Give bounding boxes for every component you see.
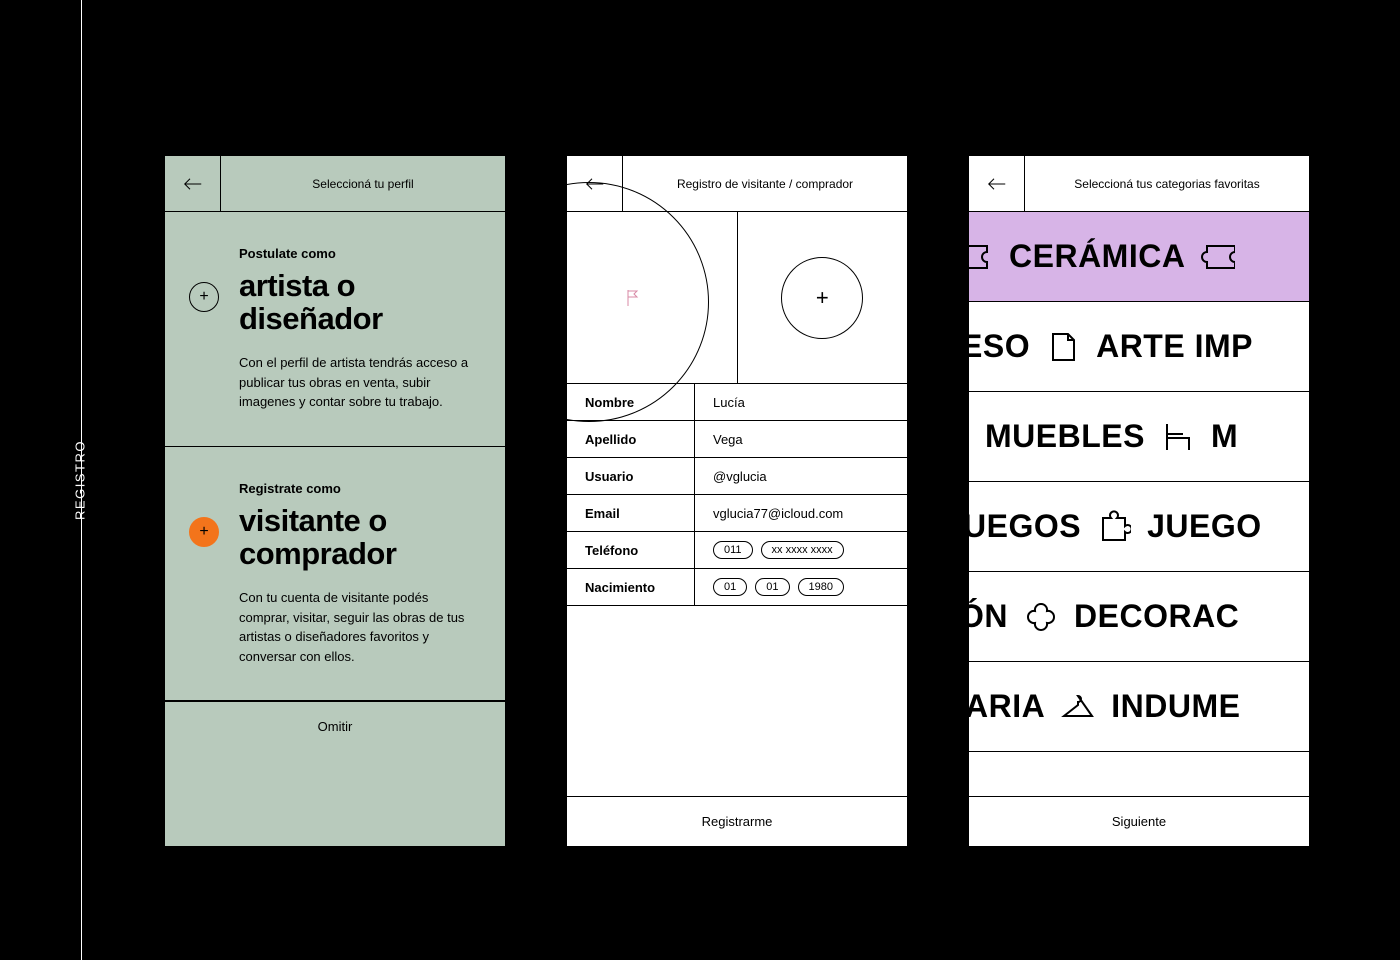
screen-title: Seleccioná tu perfil bbox=[221, 156, 505, 211]
field-label: Email bbox=[567, 495, 695, 531]
category-label-fragment: ÓN bbox=[969, 598, 1008, 635]
ticket-icon bbox=[1201, 240, 1235, 274]
chair-icon bbox=[1161, 420, 1195, 454]
category-label-fragment: ESO bbox=[969, 328, 1030, 365]
profile-option-visitor[interactable]: + Registrate como visitante o comprador … bbox=[165, 447, 505, 701]
category-label: JUEGO bbox=[1147, 508, 1262, 545]
topbar: Seleccioná tu perfil bbox=[165, 156, 505, 212]
back-button[interactable] bbox=[165, 156, 221, 211]
nombre-input[interactable]: Lucía bbox=[695, 395, 907, 410]
ticket-icon bbox=[969, 240, 993, 274]
register-button[interactable]: Registrarme bbox=[567, 796, 907, 846]
avatar-upload[interactable]: + bbox=[737, 212, 908, 383]
screen-title: Seleccioná tus categorias favoritas bbox=[1025, 156, 1309, 211]
option-body: Registrate como visitante o comprador Co… bbox=[239, 481, 479, 666]
email-input[interactable]: vglucia77@icloud.com bbox=[695, 506, 907, 521]
category-label-fragment: UEGOS bbox=[969, 508, 1081, 545]
field-apellido: Apellido Vega bbox=[567, 421, 907, 458]
usuario-input[interactable]: @vglucia bbox=[695, 469, 907, 484]
phone-number-pill[interactable]: xx xxxx xxxx bbox=[761, 541, 844, 559]
topbar: Seleccioná tus categorias favoritas bbox=[969, 156, 1309, 212]
add-photo-icon: + bbox=[781, 257, 863, 339]
page-icon bbox=[1046, 330, 1080, 364]
field-nacimiento: Nacimiento 01 01 1980 bbox=[567, 569, 907, 606]
screen-categories: Seleccioná tus categorias favoritas CERÁ… bbox=[969, 156, 1309, 846]
profile-option-artist[interactable]: + Postulate como artista o diseñador Con… bbox=[165, 212, 505, 447]
category-label-fragment: M bbox=[1211, 418, 1238, 455]
arrow-left-icon bbox=[988, 177, 1006, 191]
category-indumentaria[interactable]: ARIA INDUME bbox=[969, 662, 1309, 752]
arrow-left-icon bbox=[184, 177, 202, 191]
category-label: INDUME bbox=[1111, 688, 1240, 725]
plus-icon: + bbox=[189, 282, 219, 312]
birth-day-pill[interactable]: 01 bbox=[713, 578, 747, 596]
category-label: DECORAC bbox=[1074, 598, 1239, 635]
field-telefono: Teléfono 011 xx xxxx xxxx bbox=[567, 532, 907, 569]
category-muebles[interactable]: MUEBLES M bbox=[969, 392, 1309, 482]
screen-select-profile: Seleccioná tu perfil + Postulate como ar… bbox=[165, 156, 505, 846]
back-button[interactable] bbox=[969, 156, 1025, 211]
category-juegos[interactable]: UEGOS JUEGO bbox=[969, 482, 1309, 572]
puzzle-icon bbox=[1097, 510, 1131, 544]
flag-icon bbox=[627, 290, 639, 311]
telefono-input[interactable]: 011 xx xxxx xxxx bbox=[695, 541, 907, 559]
category-label: ARTE IMP bbox=[1096, 328, 1253, 365]
option-description: Con tu cuenta de visitante podés comprar… bbox=[239, 588, 479, 666]
category-list: CERÁMICA ESO ARTE IMP MUEBLES M UEGOS JU… bbox=[969, 212, 1309, 796]
option-eyebrow: Registrate como bbox=[239, 481, 479, 496]
screen-register-form: Registro de visitante / comprador + Nomb… bbox=[567, 156, 907, 846]
category-label: MUEBLES bbox=[985, 418, 1145, 455]
nacimiento-input[interactable]: 01 01 1980 bbox=[695, 578, 907, 596]
apellido-input[interactable]: Vega bbox=[695, 432, 907, 447]
screens-row: Seleccioná tu perfil + Postulate como ar… bbox=[165, 156, 1309, 846]
photo-upload-row: + bbox=[567, 212, 907, 384]
field-email: Email vglucia77@icloud.com bbox=[567, 495, 907, 532]
banner-upload[interactable] bbox=[567, 212, 737, 383]
page-section-label: REGISTRO bbox=[72, 440, 87, 520]
field-label: Apellido bbox=[567, 421, 695, 457]
next-button[interactable]: Siguiente bbox=[969, 796, 1309, 846]
skip-button[interactable]: Omitir bbox=[165, 701, 505, 751]
spacer bbox=[567, 606, 907, 796]
field-label: Nacimiento bbox=[567, 569, 695, 605]
category-label: CERÁMICA bbox=[1009, 238, 1185, 275]
category-arte-impreso[interactable]: ESO ARTE IMP bbox=[969, 302, 1309, 392]
option-description: Con el perfil de artista tendrás acceso … bbox=[239, 353, 479, 412]
birth-year-pill[interactable]: 1980 bbox=[798, 578, 844, 596]
phone-area-pill[interactable]: 011 bbox=[713, 541, 753, 559]
field-label: Teléfono bbox=[567, 532, 695, 568]
category-label-fragment: ARIA bbox=[969, 688, 1045, 725]
clover-icon bbox=[1024, 600, 1058, 634]
category-decoracion[interactable]: ÓN DECORAC bbox=[969, 572, 1309, 662]
category-ceramica[interactable]: CERÁMICA bbox=[969, 212, 1309, 302]
spacer bbox=[969, 752, 1309, 796]
field-label: Usuario bbox=[567, 458, 695, 494]
option-eyebrow: Postulate como bbox=[239, 246, 479, 261]
plus-icon: + bbox=[189, 517, 219, 547]
birth-month-pill[interactable]: 01 bbox=[755, 578, 789, 596]
option-body: Postulate como artista o diseñador Con e… bbox=[239, 246, 479, 412]
screen-title: Registro de visitante / comprador bbox=[623, 156, 907, 211]
hanger-icon bbox=[1061, 690, 1095, 724]
option-heading: artista o diseñador bbox=[239, 269, 479, 335]
field-usuario: Usuario @vglucia bbox=[567, 458, 907, 495]
option-heading: visitante o comprador bbox=[239, 504, 479, 570]
